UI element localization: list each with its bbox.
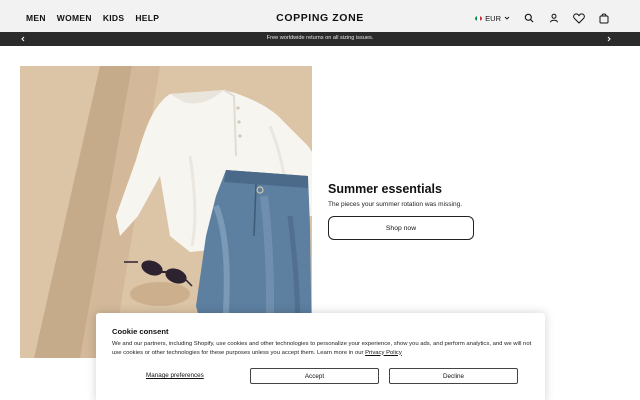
cookie-body: We and our partners, including Shopify, …	[112, 340, 532, 357]
currency-label: EUR	[485, 13, 501, 23]
currency-selector[interactable]: EUR	[475, 14, 510, 23]
account-icon[interactable]	[547, 12, 560, 25]
cookie-consent-dialog: Cookie consent We and our partners, incl…	[96, 313, 545, 400]
manage-preferences-link[interactable]: Manage preferences	[146, 372, 204, 379]
page: MEN WOMEN KIDS HELP COPPING ZONE EUR Fre…	[0, 0, 640, 400]
hero-title: Summer essentials	[328, 182, 442, 196]
accept-button[interactable]: Accept	[250, 368, 379, 384]
italy-flag-icon	[475, 15, 483, 21]
announcement-bar: Free worldwide returns on all sizing iss…	[0, 32, 640, 46]
site-header: MEN WOMEN KIDS HELP COPPING ZONE EUR	[0, 0, 640, 32]
chevron-right-icon[interactable]	[604, 34, 614, 44]
decline-button[interactable]: Decline	[389, 368, 518, 384]
shop-now-button[interactable]: Shop now	[328, 216, 474, 240]
cookie-body-text: We and our partners, including Shopify, …	[112, 341, 532, 356]
header-actions: EUR	[475, 10, 610, 26]
cart-bag-icon[interactable]	[597, 12, 610, 25]
hero-subtitle: The pieces your summer rotation was miss…	[328, 201, 463, 208]
chevron-down-icon	[504, 14, 510, 23]
search-icon[interactable]	[522, 12, 535, 25]
wishlist-heart-icon[interactable]	[572, 12, 585, 25]
cookie-title: Cookie consent	[112, 327, 169, 336]
privacy-policy-link[interactable]: Privacy Policy	[365, 350, 402, 356]
announcement-text: Free worldwide returns on all sizing iss…	[266, 35, 374, 41]
